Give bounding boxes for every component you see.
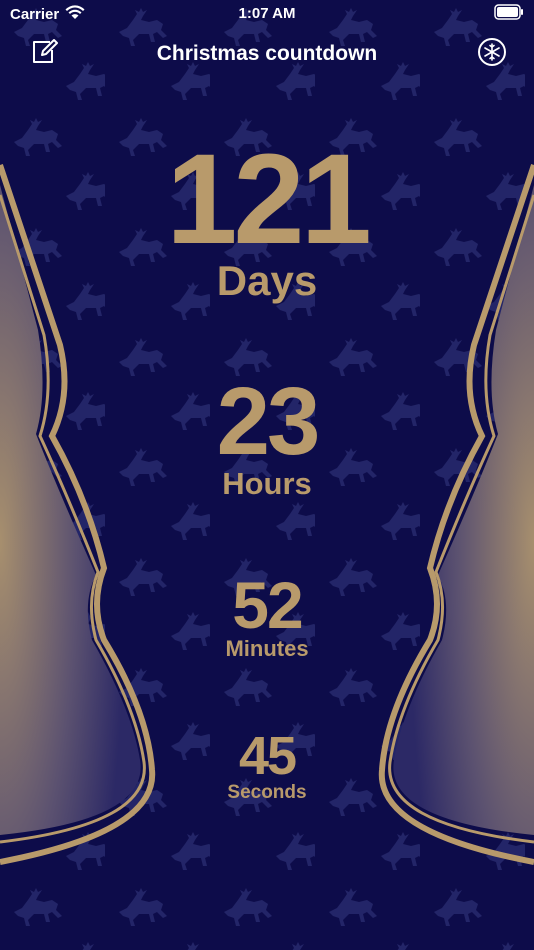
countdown-screen: Carrier 1:07 AM Christmas countdown 121 … xyxy=(0,0,534,950)
days-value: 121 xyxy=(166,128,372,271)
seconds-counter: 45 Seconds xyxy=(0,728,534,804)
page-title: Christmas countdown xyxy=(156,42,378,65)
days-label: Days xyxy=(216,257,318,304)
seconds-value: 45 xyxy=(238,726,297,786)
status-time: 1:07 AM xyxy=(238,5,296,22)
days-counter: 121 Days xyxy=(0,136,534,304)
minutes-value: 52 xyxy=(232,568,303,642)
battery-icon xyxy=(494,4,524,24)
snowflake-settings-button[interactable] xyxy=(476,37,508,72)
seconds-label: Seconds xyxy=(227,782,307,803)
hours-label: Hours xyxy=(222,466,312,501)
nav-bar: Christmas countdown xyxy=(0,30,534,78)
hours-value: 23 xyxy=(216,368,321,475)
hours-counter: 23 Hours xyxy=(0,374,534,502)
minutes-counter: 52 Minutes xyxy=(0,572,534,662)
snowflake-icon xyxy=(477,37,507,72)
status-bar: Carrier 1:07 AM xyxy=(0,0,534,30)
minutes-label: Minutes xyxy=(225,636,309,661)
